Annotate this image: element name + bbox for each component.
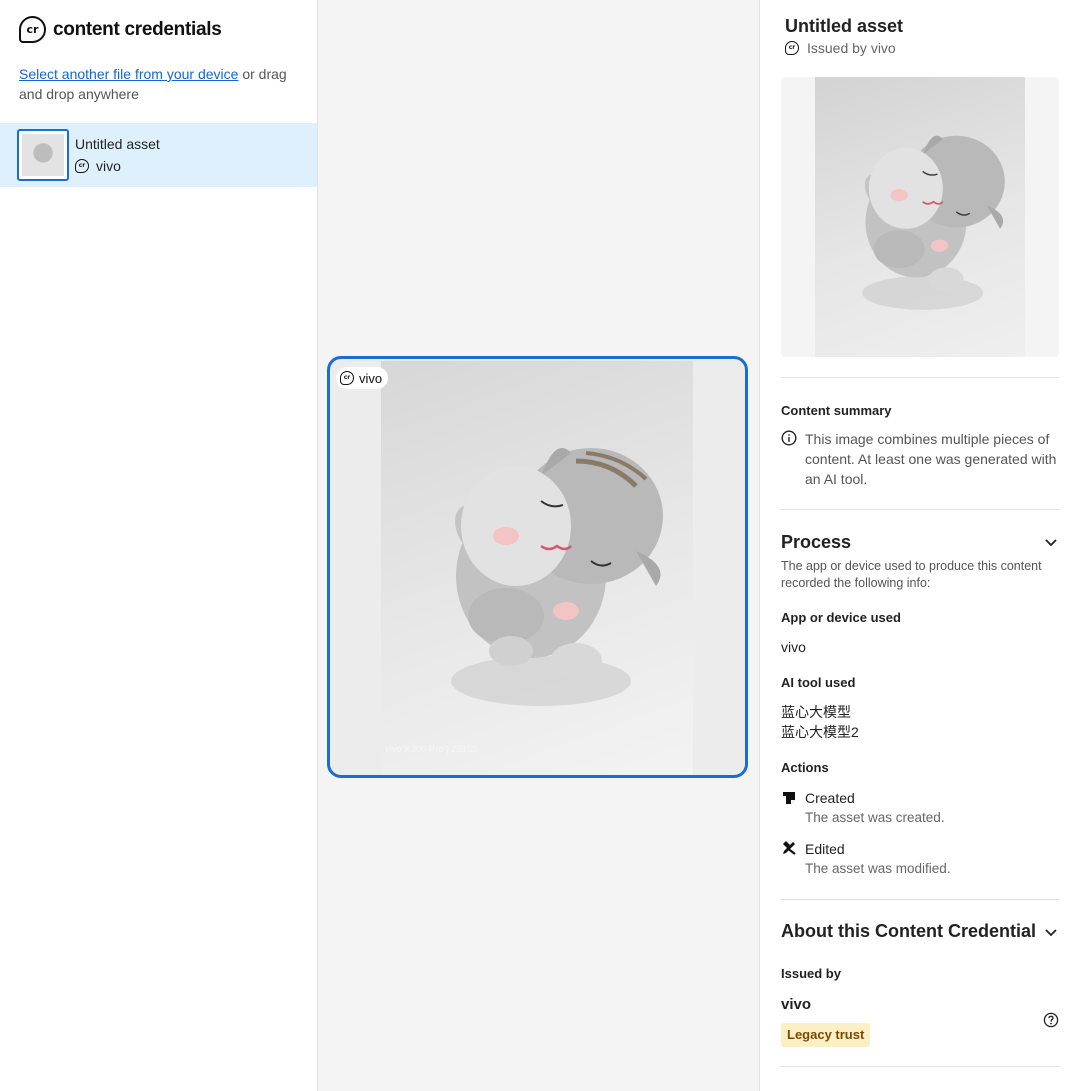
- divider: [781, 1066, 1059, 1067]
- issuer-name: vivo: [781, 996, 812, 1013]
- issued-by-label: Issued by: [781, 966, 841, 981]
- about-credential-heading: About this Content Credential: [781, 921, 1036, 941]
- chevron-down-icon[interactable]: [1044, 535, 1058, 549]
- brand-logo: cr content credentials: [19, 16, 222, 43]
- action-created-title: Created: [805, 790, 855, 806]
- action-edited-desc: The asset was modified.: [805, 861, 951, 876]
- credential-badge[interactable]: cr vivo: [336, 367, 389, 389]
- action-created-desc: The asset was created.: [805, 810, 945, 825]
- asset-preview[interactable]: vivo X300 Pro | ZEISS cr vivo: [327, 356, 748, 778]
- cat-figurine-thumbnail-image: [22, 134, 64, 176]
- help-icon[interactable]: [1043, 1012, 1059, 1028]
- panel-cat-image: [815, 77, 1025, 357]
- asset-issuer: cr vivo: [75, 158, 121, 174]
- details-panel: Untitled asset cr Issued by vivo Content…: [761, 0, 1075, 1091]
- asset-thumbnail: [17, 129, 69, 181]
- issued-by-text: Issued by vivo: [807, 40, 896, 56]
- select-file-link[interactable]: Select another file from your device: [19, 66, 238, 82]
- content-summary-heading: Content summary: [781, 403, 892, 418]
- upload-instructions: Select another file from your device or …: [19, 64, 304, 104]
- chevron-down-icon[interactable]: [1044, 925, 1058, 939]
- actions-heading: Actions: [781, 760, 829, 775]
- asset-title: Untitled asset: [75, 136, 160, 152]
- action-edited-title: Edited: [805, 841, 845, 857]
- content-credentials-icon: cr: [75, 159, 89, 173]
- ai-tool-value: 蓝心大模型2: [781, 724, 859, 740]
- document-icon: [783, 792, 795, 804]
- asset-issuer-name: vivo: [96, 158, 121, 174]
- divider: [781, 377, 1059, 378]
- process-heading: Process: [781, 532, 852, 552]
- file-sidebar: cr content credentials Select another fi…: [0, 0, 318, 1091]
- process-description: The app or device used to produce this c…: [781, 559, 1042, 590]
- divider: [781, 509, 1059, 510]
- content-credentials-icon: cr: [785, 41, 799, 55]
- app-device-value: vivo: [781, 639, 806, 655]
- trust-status-badge: Legacy trust: [781, 1023, 871, 1047]
- panel-issued-by: cr Issued by vivo: [785, 40, 896, 56]
- credential-badge-issuer: vivo: [359, 370, 383, 386]
- app-device-heading: App or device used: [781, 610, 901, 625]
- ai-tool-heading: AI tool used: [781, 675, 856, 690]
- ai-tool-value: 蓝心大模型: [781, 704, 851, 720]
- cat-figurine-illustration: [451, 447, 663, 706]
- asset-list-item[interactable]: Untitled asset cr vivo: [0, 123, 317, 187]
- content-credentials-icon: cr: [340, 371, 354, 385]
- info-icon: [781, 430, 797, 446]
- content-credentials-icon: cr: [19, 16, 46, 43]
- camera-watermark: vivo X300 Pro | ZEISS: [385, 744, 479, 754]
- cat-figurine-image: vivo X300 Pro | ZEISS: [381, 361, 693, 775]
- cat-figurine-illustration: [862, 135, 1005, 310]
- divider: [781, 899, 1059, 900]
- panel-image-frame: [781, 77, 1059, 357]
- brand-name: content credentials: [53, 18, 222, 40]
- panel-title: Untitled asset: [785, 16, 904, 36]
- content-summary-text: This image combines multiple pieces of c…: [805, 431, 1057, 487]
- tools-icon: [783, 841, 796, 855]
